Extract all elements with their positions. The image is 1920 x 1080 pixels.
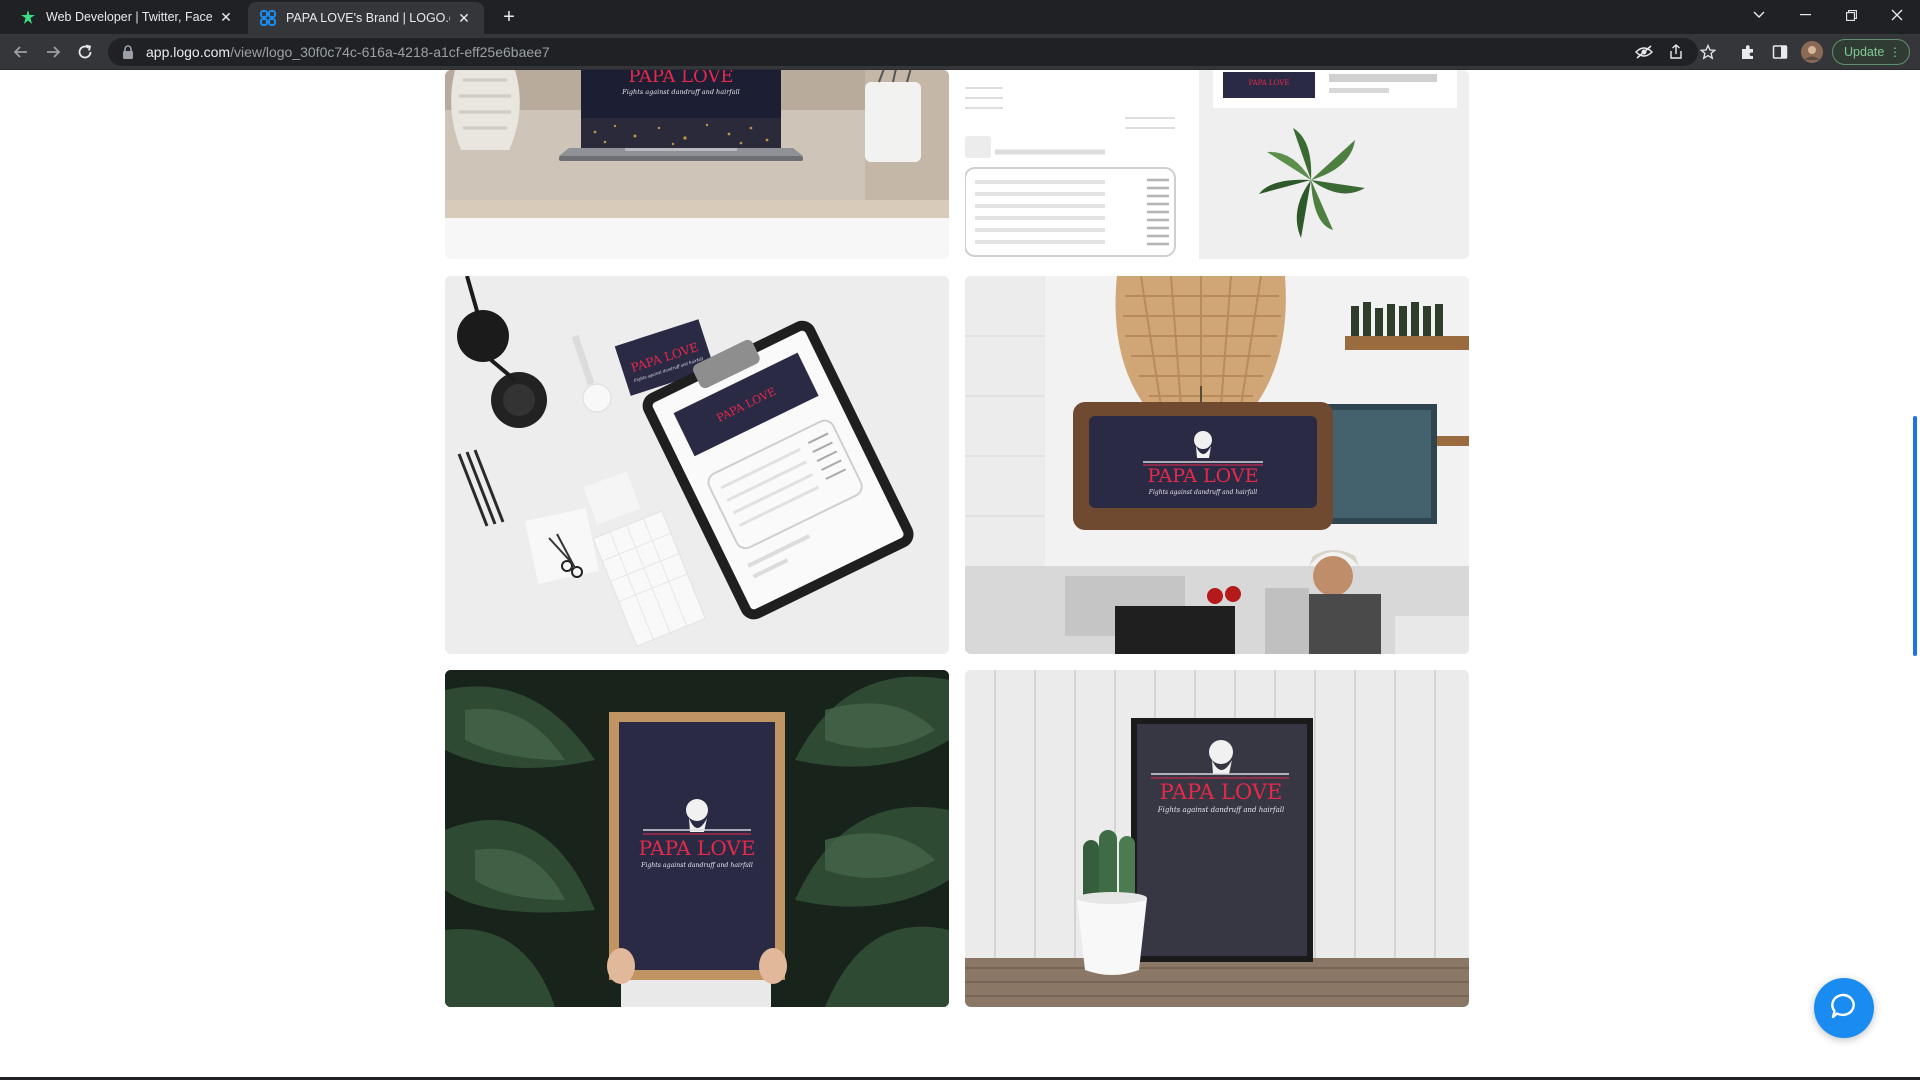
- tab-bar: Web Developer | Twitter, Faceboo ✕ PAPA …: [0, 0, 1920, 34]
- scrollbar-thumb[interactable]: [1913, 416, 1917, 656]
- mockup-poster-plants[interactable]: PAPA LOVE Fights against dandruff and ha…: [445, 670, 949, 1007]
- lock-icon[interactable]: [122, 45, 136, 59]
- close-window-icon[interactable]: [1874, 0, 1920, 30]
- new-tab-button[interactable]: +: [498, 6, 520, 28]
- brand-tagline: Fights against dandruff and hairfall: [1157, 806, 1285, 814]
- brand-name: PAPA LOVE: [628, 70, 733, 87]
- brand-tagline: Fights against dandruff and hairfall: [621, 88, 739, 96]
- browser-toolbar: app.logo.com/view/logo_30f0c74c-616a-421…: [0, 34, 1920, 70]
- brand-name: PAPA LOVE: [1249, 79, 1290, 87]
- minimize-icon[interactable]: [1782, 0, 1828, 30]
- tab-papa-love-brand[interactable]: PAPA LOVE's Brand | LOGO.com ✕: [248, 2, 484, 34]
- tab-search-icon[interactable]: [1736, 0, 1782, 30]
- tab-web-developer[interactable]: Web Developer | Twitter, Faceboo ✕: [8, 0, 246, 34]
- brand-page: PAPA LOVE Fights against dandruff and ha…: [0, 70, 1920, 1080]
- mockup-stationery[interactable]: PAPA LOVE Fights against dandruff and ha…: [445, 276, 949, 654]
- brand-name: PAPA LOVE: [639, 836, 756, 860]
- tab-title: Web Developer | Twitter, Faceboo: [46, 10, 212, 24]
- page-scrollbar[interactable]: [1910, 70, 1920, 1080]
- mockup-laptop[interactable]: PAPA LOVE Fights against dandruff and ha…: [445, 70, 949, 259]
- chat-launcher-button[interactable]: [1814, 978, 1874, 1038]
- reload-icon[interactable]: [73, 40, 97, 64]
- close-tab-icon[interactable]: ✕: [218, 9, 234, 25]
- address-bar[interactable]: app.logo.com/view/logo_30f0c74c-616a-421…: [108, 38, 1698, 66]
- forward-icon[interactable]: [41, 40, 65, 64]
- brand-tagline: Fights against dandruff and hairfall: [1148, 489, 1258, 496]
- update-button[interactable]: Update ⋮: [1832, 39, 1910, 65]
- profile-avatar[interactable]: [1801, 41, 1823, 63]
- chat-bubble-icon: [1830, 992, 1858, 1025]
- eye-off-icon[interactable]: [1634, 42, 1654, 62]
- extensions-icon[interactable]: [1738, 42, 1758, 62]
- brand-name: PAPA LOVE: [1147, 465, 1258, 487]
- restore-icon[interactable]: [1828, 0, 1874, 30]
- side-panel-icon[interactable]: [1770, 42, 1790, 62]
- share-icon[interactable]: [1666, 42, 1686, 62]
- puzzle-star-icon: [20, 9, 36, 25]
- close-tab-icon[interactable]: ✕: [456, 10, 472, 26]
- update-label: Update: [1844, 45, 1885, 59]
- back-icon[interactable]: [9, 40, 33, 64]
- brand-name: PAPA LOVE: [1160, 780, 1283, 804]
- url-host: app.logo.com: [146, 44, 231, 60]
- mockup-webpage[interactable]: PAPA LOVE: [965, 70, 1469, 259]
- mockup-poster-cactus[interactable]: PAPA LOVE Fights against dandruff and ha…: [965, 670, 1469, 1007]
- url-path: /view/logo_30f0c74c-616a-4218-a1cf-eff25…: [230, 44, 550, 60]
- more-icon[interactable]: ⋮: [1889, 45, 1901, 59]
- brand-tagline: Fights against dandruff and hairfall: [640, 862, 753, 869]
- logo-com-icon: [260, 10, 276, 26]
- mockup-cafe-sign[interactable]: PAPA LOVE Fights against dandruff and ha…: [965, 276, 1469, 654]
- tab-title: PAPA LOVE's Brand | LOGO.com: [286, 11, 450, 25]
- star-icon[interactable]: [1698, 42, 1718, 62]
